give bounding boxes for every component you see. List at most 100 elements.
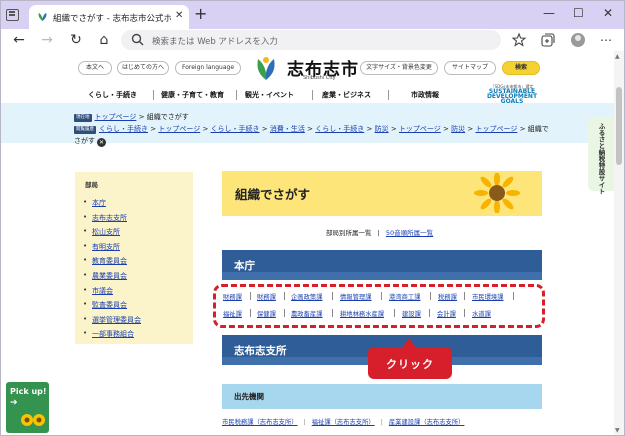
sort-switcher: 部局別所属一覧 | 50音順所属一覧 [326, 229, 434, 237]
section-honcho-title: 本庁 [234, 260, 255, 272]
history-link[interactable]: くらし・手続き [211, 125, 260, 133]
history-row: 閲覧履歴 くらし・手続き > トップページ > くらし・手続き > 消費・生活 >… [74, 125, 549, 147]
browser-toolbar: ← → ↻ ⌂ 検索または Web アドレスを入力 ⋯ [1, 29, 624, 51]
nav-health[interactable]: 健康・子育て・教育 [161, 90, 224, 100]
maximize-icon[interactable]: ☐ [573, 5, 584, 21]
web-page: 本文へ はじめての方へ Foreign language 志布志市 Shibus… [1, 51, 614, 435]
home-icon[interactable]: ⌂ [95, 31, 113, 49]
sidebar-item-union[interactable]: 一部事務組合 [92, 330, 134, 338]
history-link[interactable]: 防災 [375, 125, 389, 133]
sidebar-item-ariake[interactable]: 有明支所 [92, 243, 120, 251]
history-link[interactable]: 防災 [451, 125, 465, 133]
history-link[interactable]: トップページ [158, 125, 200, 133]
sidebar-item-matsuyama[interactable]: 松山支所 [92, 228, 120, 236]
nav-living[interactable]: くらし・手続き [88, 90, 137, 100]
sort-by-kana-link[interactable]: 50音順所属一覧 [386, 229, 433, 237]
sidebar-item-education[interactable]: 教育委員会 [92, 257, 127, 265]
sidebar-heading: 部局 [85, 181, 98, 189]
tab-actions-icon[interactable] [6, 9, 19, 21]
history-link[interactable]: トップページ [399, 125, 441, 133]
list-item: 本庁 [83, 198, 141, 213]
current-location-tag: 現在地 [74, 114, 92, 122]
pickup-label: Pick up! [10, 387, 47, 396]
sidebar-item-honcho[interactable]: 本庁 [92, 199, 106, 207]
first-visit-link[interactable]: はじめての方へ [117, 61, 169, 75]
tab-close-icon[interactable]: ✕ [175, 10, 183, 21]
list-item: 監査委員会 [83, 300, 141, 315]
address-placeholder: 検索または Web アドレスを入力 [152, 37, 278, 47]
close-window-icon[interactable]: ✕ [603, 5, 613, 21]
city-logo-icon [257, 57, 275, 80]
sitemap-link[interactable]: サイトマップ [444, 61, 496, 75]
sdgs-goals-text: SUSTAINABLE DEVELOPMENT GOALS [486, 88, 538, 105]
clear-history-icon[interactable]: ✕ [97, 138, 106, 147]
list-item: 教育委員会 [83, 256, 141, 271]
history-link[interactable]: 消費・生活 [270, 125, 305, 133]
branch-link[interactable]: 福祉課（志布志支所） [312, 419, 375, 426]
address-bar[interactable]: 検索または Web アドレスを入力 [121, 30, 501, 50]
current-location-row: 現在地 トップページ > 組織でさがす [74, 113, 189, 122]
breadcrumb: 現在地 トップページ > 組織でさがす 閲覧履歴 くらし・手続き > トップページ … [74, 111, 594, 147]
crumb-current: 組織でさがす [146, 113, 189, 121]
list-item: 有明支所 [83, 242, 141, 257]
sidebar-item-shibushi[interactable]: 志布志支所 [92, 214, 127, 222]
scroll-down-icon[interactable]: ▼ [615, 427, 620, 434]
list-item: 松山支所 [83, 227, 141, 242]
click-highlight [213, 284, 545, 328]
favorites-star-icon[interactable] [511, 32, 527, 48]
history-link[interactable]: トップページ [476, 125, 518, 133]
tab-title: 組織でさがす - 志布志市公式ホームページ [53, 14, 171, 24]
sidebar-item-council[interactable]: 市議会 [92, 287, 113, 295]
furusato-tax-label: ふるさと納税特設サイト [597, 123, 605, 195]
list-item: 志布志支所 [83, 213, 141, 228]
history-tag: 閲覧履歴 [74, 126, 96, 134]
page-title-box: 組織でさがす [222, 171, 542, 216]
crumb-link[interactable]: トップページ [95, 113, 137, 121]
browser-window: 組織でさがす - 志布志市公式ホームページ ✕ + — ☐ ✕ ← → ↻ ⌂ … [0, 0, 625, 436]
sidebar-item-agriculture[interactable]: 農業委員会 [92, 272, 127, 280]
text-size-color-link[interactable]: 文字サイズ・背景色変更 [360, 61, 438, 75]
list-item: 選挙管理委員会 [83, 315, 141, 330]
nav-tourism[interactable]: 観光・イベント [245, 90, 294, 100]
more-menu-icon[interactable]: ⋯ [597, 31, 615, 49]
click-callout-text: クリック [386, 358, 434, 371]
search-icon [131, 33, 144, 46]
scrollbar-thumb[interactable] [616, 87, 622, 165]
branch-link[interactable]: 市民税務課（志布志支所） [222, 419, 298, 426]
nav-city-info[interactable]: 市政情報 [411, 90, 439, 100]
arrow-right-icon: ➔ [10, 398, 18, 408]
list-item: 一部事務組合 [83, 329, 141, 344]
sunflower-icon [474, 173, 520, 213]
skip-to-content-link[interactable]: 本文へ [78, 61, 112, 75]
new-tab-button[interactable]: + [194, 5, 207, 23]
sidebar-item-audit[interactable]: 監査委員会 [92, 301, 127, 309]
pickup-button[interactable]: Pick up! ➔ [6, 382, 49, 433]
collections-icon[interactable] [540, 32, 556, 48]
forward-icon[interactable]: → [38, 31, 56, 49]
branch-offices-title: 出先機関 [234, 392, 264, 401]
branch-offices-heading: 出先機関 [222, 384, 542, 409]
back-icon[interactable]: ← [10, 31, 28, 49]
minimize-icon[interactable]: — [543, 5, 555, 21]
history-link[interactable]: くらし・手続き [315, 125, 364, 133]
nav-business[interactable]: 産業・ビジネス [322, 90, 371, 100]
sidebar-item-election[interactable]: 選挙管理委員会 [92, 316, 141, 324]
search-button[interactable]: 検索 [502, 61, 540, 75]
scroll-up-icon[interactable]: ▲ [615, 53, 620, 60]
browser-tab[interactable]: 組織でさがす - 志布志市公式ホームページ ✕ [29, 5, 189, 29]
sidebar-list: 本庁 志布志支所 松山支所 有明支所 教育委員会 農業委員会 市議会 監査委員会… [83, 198, 141, 344]
history-link[interactable]: くらし・手続き [99, 125, 148, 133]
sdgs-badge: 「SDGs未来都市」選定 SUSTAINABLE DEVELOPMENT GOA… [477, 84, 547, 105]
branch-links: 市民税務課（志布志支所） | 福祉課（志布志支所） | 産業建設課（志布志支所） [222, 419, 465, 426]
branch-link[interactable]: 産業建設課（志布志支所） [389, 419, 465, 426]
page-title: 組織でさがす [235, 187, 311, 202]
sidebar: 部局 本庁 志布志支所 松山支所 有明支所 教育委員会 農業委員会 市議会 監査… [75, 172, 193, 344]
profile-avatar[interactable] [571, 33, 585, 47]
reload-icon[interactable]: ↻ [67, 31, 85, 49]
city-logo-subtitle: Shibushi City [303, 75, 336, 81]
foreign-language-link[interactable]: Foreign language [175, 61, 241, 75]
click-callout: クリック [368, 338, 452, 379]
furusato-tax-tab[interactable]: ふるさと納税特設サイト [588, 117, 614, 195]
list-item: 農業委員会 [83, 271, 141, 286]
page-scrollbar[interactable]: ▲ ▼ [614, 51, 624, 435]
